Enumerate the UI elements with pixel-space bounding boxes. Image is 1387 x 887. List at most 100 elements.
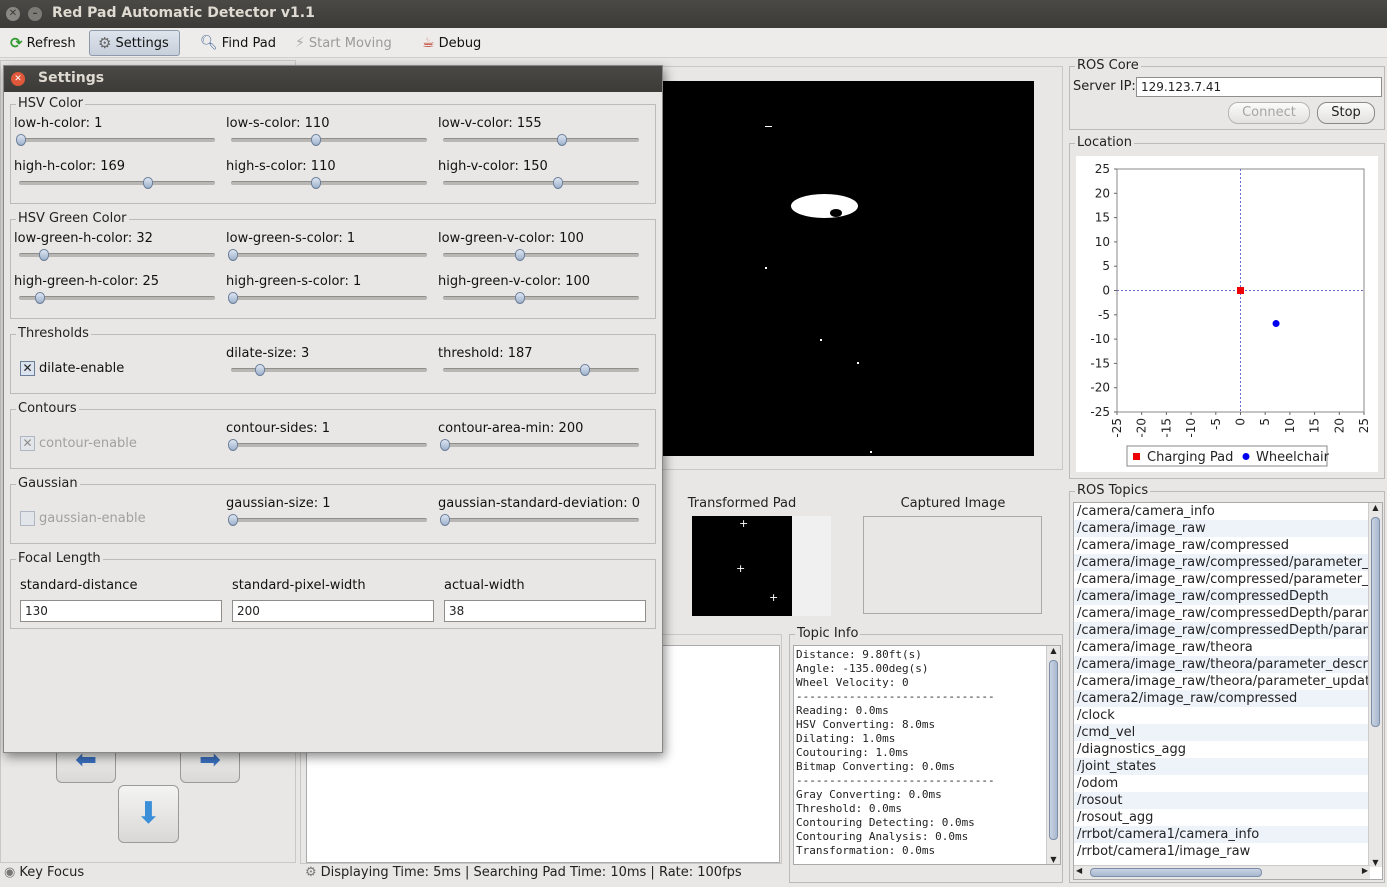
slider-thumb[interactable] (35, 292, 46, 304)
slider-label: high-green-h-color: 25 (14, 274, 160, 289)
topic-list-item[interactable]: /rrbot/camera1/image_raw (1074, 843, 1370, 860)
slider-track[interactable] (228, 249, 427, 261)
topic-list-item[interactable]: /camera2/image_raw/compressed (1074, 690, 1370, 707)
find-pad-label: Find Pad (221, 35, 277, 51)
slider-track[interactable] (443, 249, 639, 261)
close-icon[interactable]: ✕ (11, 72, 25, 86)
slider-thumb[interactable] (228, 292, 238, 304)
topic-list-item[interactable]: /rosout_agg (1074, 809, 1370, 826)
topic-list-item[interactable]: /camera/image_raw/compressed/parameter_d… (1074, 554, 1370, 571)
transformed-pad-image: + + + (692, 516, 792, 616)
thresholds-checkbox[interactable]: ✕ (20, 361, 35, 376)
slider-thumb[interactable] (228, 439, 238, 451)
topic-list-item[interactable]: /camera/image_raw/compressed (1074, 537, 1370, 554)
topic-list-item[interactable]: /cmd_vel (1074, 724, 1370, 741)
contours-checkbox[interactable]: ✕ (20, 436, 35, 451)
ros-topics-list[interactable]: /camera/camera_info/camera/image_raw/cam… (1073, 502, 1383, 880)
topics-vscrollbar[interactable]: ▲ ▼ (1368, 503, 1382, 867)
down-arrow-button[interactable]: ⬇ (118, 785, 179, 843)
settings-button[interactable]: ⚙ Settings (89, 30, 180, 56)
location-chart: 25 20 15 10 5 0 -5 -10 -15 -20 -25-25 -20 -15 -10 -5 0 5… (1090, 162, 1371, 467)
slider-thumb[interactable] (514, 249, 525, 261)
find-pad-button[interactable]: 🔍︎ Find Pad (192, 30, 284, 56)
topic-list-item[interactable]: /odom (1074, 775, 1370, 792)
y-tick-label: 25 (1095, 162, 1110, 176)
slider-thumb[interactable] (228, 249, 238, 261)
topic-list-item[interactable]: /camera/image_raw/compressedDepth/parame (1074, 605, 1370, 622)
topic-list-item[interactable]: /camera/image_raw/theora/parameter_updat… (1074, 673, 1370, 690)
focal-field-input[interactable]: 38 (444, 600, 646, 622)
slider-thumb[interactable] (39, 249, 50, 261)
topic-list-item[interactable]: /camera/image_raw/compressedDepth (1074, 588, 1370, 605)
slider-thumb[interactable] (580, 364, 591, 376)
slider-track[interactable] (231, 364, 427, 376)
scrollbar-thumb[interactable] (1090, 868, 1262, 877)
slider-thumb[interactable] (254, 364, 265, 376)
status-text: Displaying Time: 5ms | Searching Pad Tim… (320, 865, 742, 880)
slider-track[interactable] (443, 177, 639, 189)
refresh-label: Refresh (26, 35, 76, 51)
topic-info-scrollbar[interactable]: ▲ ▼ (1046, 646, 1060, 864)
topic-info-textarea[interactable]: Distance: 9.80ft(s) Angle: -135.00deg(s) W… (793, 645, 1061, 865)
slider-thumb[interactable] (142, 177, 153, 189)
gaussian-group-title: Gaussian (16, 476, 80, 491)
topic-list-item[interactable]: /camera/image_raw (1074, 520, 1370, 537)
slider-track[interactable] (443, 292, 639, 304)
slider-thumb[interactable] (557, 134, 568, 146)
topic-list-item[interactable]: /diagnostics_agg (1074, 741, 1370, 758)
topic-list-item[interactable]: /rrbot/camera1/camera_info (1074, 826, 1370, 843)
ros-topics-group: ROS Topics /camera/camera_info/camera/im… (1069, 483, 1385, 883)
scrollbar-thumb[interactable] (1049, 660, 1058, 840)
close-window-icon[interactable]: ✕ (6, 7, 20, 21)
slider-thumb[interactable] (310, 134, 321, 146)
slider-thumb[interactable] (440, 439, 450, 451)
slider-track[interactable] (443, 134, 639, 146)
scrollbar-thumb[interactable] (1371, 517, 1380, 727)
slider-track[interactable] (440, 439, 639, 451)
slider-thumb[interactable] (228, 514, 238, 526)
slider-track[interactable] (16, 134, 215, 146)
minimize-window-icon[interactable]: – (28, 7, 42, 21)
hsv-color-group-title: HSV Color (16, 96, 85, 111)
refresh-button[interactable]: ⟳ Refresh (2, 30, 84, 56)
topic-list-item[interactable]: /camera/image_raw/theora (1074, 639, 1370, 656)
topic-list-item[interactable]: /joint_states (1074, 758, 1370, 775)
server-ip-input[interactable]: 129.123.7.41 (1136, 77, 1382, 97)
topic-list-item[interactable]: /camera/image_raw/theora/parameter_descr… (1074, 656, 1370, 673)
slider-track[interactable] (19, 249, 215, 261)
connect-button[interactable]: Connect (1228, 102, 1310, 124)
start-moving-button[interactable]: ⚡ Start Moving (287, 30, 400, 56)
slider-track[interactable] (231, 134, 427, 146)
topics-hscrollbar[interactable]: ◀ ▶ (1074, 865, 1370, 879)
slider-track[interactable] (228, 514, 427, 526)
topic-list-item[interactable]: /camera/camera_info (1074, 503, 1370, 520)
slider-label: gaussian-standard-deviation: 0 (438, 496, 641, 511)
noise-pixel (820, 339, 822, 341)
slider-thumb[interactable] (440, 514, 450, 526)
slider-track[interactable] (228, 292, 427, 304)
debug-button[interactable]: ☕ Debug (414, 30, 489, 56)
slider-label: gaussian-size: 1 (226, 496, 331, 511)
slider-thumb[interactable] (514, 292, 525, 304)
focal-field-input[interactable]: 130 (20, 600, 222, 622)
lightning-icon: ⚡ (295, 35, 305, 51)
slider-thumb[interactable] (310, 177, 321, 189)
legend-pad-label: Charging Pad (1147, 450, 1233, 465)
start-moving-label: Start Moving (308, 35, 392, 51)
slider-track[interactable] (228, 439, 427, 451)
topic-list-item[interactable]: /clock (1074, 707, 1370, 724)
slider-track[interactable] (19, 292, 215, 304)
gaussian-checkbox[interactable] (20, 511, 35, 526)
topic-list-item[interactable]: /rosout (1074, 792, 1370, 809)
topic-list-item[interactable]: /camera/image_raw/compressed/parameter_u… (1074, 571, 1370, 588)
slider-thumb[interactable] (553, 177, 564, 189)
slider-track[interactable] (440, 514, 639, 526)
focal-field-input[interactable]: 200 (232, 600, 434, 622)
stop-button[interactable]: Stop (1317, 102, 1375, 124)
slider-thumb[interactable] (16, 134, 26, 146)
slider-track[interactable] (443, 364, 639, 376)
topic-list-item[interactable]: /camera/image_raw/compressedDepth/parame (1074, 622, 1370, 639)
slider-track[interactable] (19, 177, 215, 189)
slider-track[interactable] (231, 177, 427, 189)
y-tick-label: -10 (1090, 332, 1110, 346)
